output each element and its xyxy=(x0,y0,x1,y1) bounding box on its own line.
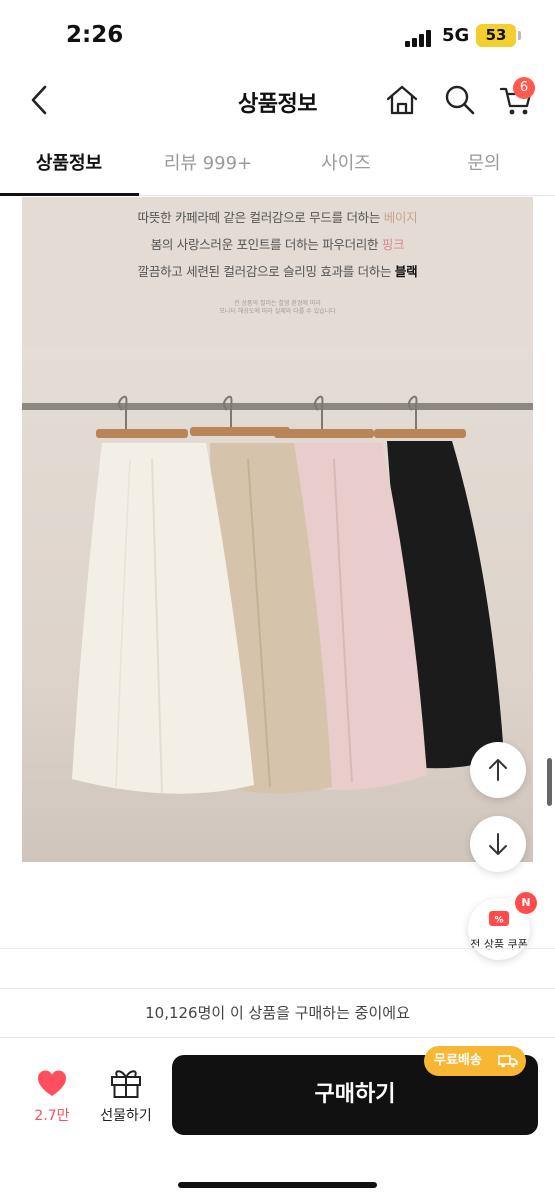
tab-inquiry[interactable]: 문의 xyxy=(415,140,553,196)
gift-button[interactable]: 선물하기 xyxy=(88,1065,164,1130)
gift-label: 선물하기 xyxy=(100,1108,152,1124)
search-button[interactable] xyxy=(442,82,478,118)
free-shipping-badge: 무료배송 xyxy=(424,1046,526,1076)
arrow-down-icon xyxy=(489,833,507,855)
app-header: 상품정보 xyxy=(0,70,555,130)
network-label: 5G xyxy=(442,25,470,46)
tab-product-info[interactable]: 상품정보 xyxy=(0,140,138,196)
active-tab-indicator xyxy=(0,193,139,196)
home-icon xyxy=(386,85,418,115)
divider xyxy=(0,1037,555,1038)
scrollbar-thumb[interactable] xyxy=(547,758,552,806)
search-icon xyxy=(445,85,475,115)
tab-bar: 상품정보 리뷰 999+ 사이즈 문의 xyxy=(0,140,555,196)
battery-icon: 53 xyxy=(476,24,516,47)
home-indicator xyxy=(178,1182,377,1188)
signal-icon xyxy=(405,29,435,47)
buyers-count-text: 10,126명이 이 상품을 구매하는 중이에요 xyxy=(145,1004,410,1022)
skirts-photo xyxy=(22,347,533,862)
divider xyxy=(0,948,555,949)
coupon-new-badge: N xyxy=(515,892,537,914)
product-detail-image: 따뜻한 카페라떼 같은 컬러감으로 무드를 더하는 베이지 봄의 사랑스러운 포… xyxy=(22,197,533,862)
cart-count-badge: 6 xyxy=(513,77,535,99)
like-button[interactable]: 2.7만 xyxy=(22,1065,82,1130)
status-bar: 2:26 5G 53 xyxy=(0,0,555,70)
tab-reviews[interactable]: 리뷰 999+ xyxy=(139,140,277,196)
home-button[interactable] xyxy=(384,82,420,118)
tab-size[interactable]: 사이즈 xyxy=(277,140,415,196)
arrow-up-icon xyxy=(489,759,507,781)
svg-text:%: % xyxy=(494,916,503,926)
status-time: 2:26 xyxy=(66,22,124,48)
gift-icon xyxy=(111,1070,141,1098)
truck-icon xyxy=(498,1055,518,1068)
divider xyxy=(0,988,555,989)
scroll-up-button[interactable] xyxy=(470,742,526,798)
heart-icon xyxy=(38,1070,66,1096)
coupon-label: 전 상품 쿠폰 xyxy=(470,938,528,951)
free-shipping-label: 무료배송 xyxy=(434,1053,482,1068)
battery-nub xyxy=(518,31,521,40)
like-count: 2.7만 xyxy=(34,1108,70,1124)
scroll-down-button[interactable] xyxy=(470,816,526,872)
